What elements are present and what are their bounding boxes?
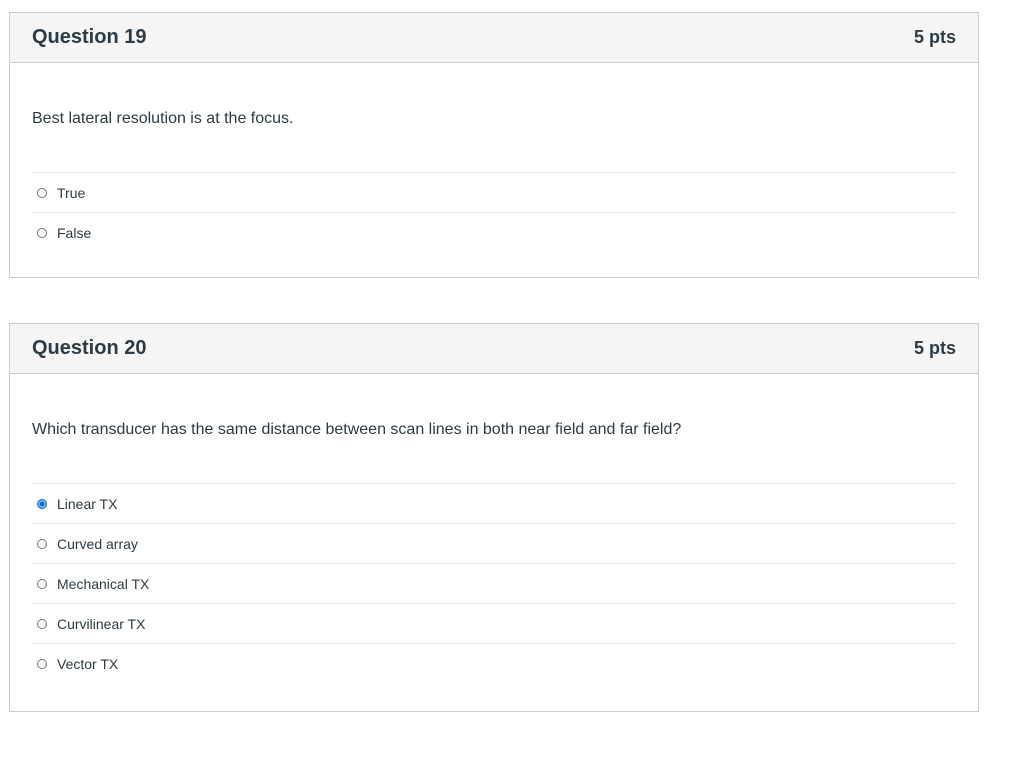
answer-label: Curvilinear TX [57,615,146,632]
question-body: Best lateral resolution is at the focus.… [10,110,978,253]
answer-option-linear-tx[interactable]: Linear TX [32,484,956,524]
radio-button[interactable] [37,578,47,589]
radio-button[interactable] [37,659,47,669]
question-body: Which transducer has the same distance b… [10,421,978,684]
answer-option-curvilinear-tx[interactable]: Curvilinear TX [32,604,956,644]
answer-label: False [57,225,92,241]
answer-label: Curved array [57,535,138,552]
question-header: Question 20 5 pts [10,324,978,374]
radio-button[interactable] [37,538,47,549]
answer-option-true[interactable]: True [32,173,956,213]
radio-button[interactable] [37,187,47,198]
question-title: Question 20 [32,337,147,359]
radio-button[interactable] [37,618,47,629]
question-header: Question 19 5 pts [10,13,978,63]
answer-option-false[interactable]: False [32,213,956,253]
answer-option-vector-tx[interactable]: Vector TX [32,644,956,684]
question-card-19: Question 19 5 pts Best lateral resolutio… [9,12,979,278]
radio-button[interactable] [37,228,47,238]
answer-list: Linear TX Curved array Mechanical TX Cur… [32,483,956,684]
question-text: Best lateral resolution is at the focus. [32,110,294,127]
answer-label: Vector TX [57,656,119,672]
answer-list: True False [32,172,956,253]
answer-label: Mechanical TX [57,575,150,592]
answer-option-mechanical-tx[interactable]: Mechanical TX [32,564,956,604]
question-text: Which transducer has the same distance b… [32,421,682,438]
question-points: 5 pts [913,338,956,358]
question-title: Question 19 [32,26,147,48]
radio-button-selected[interactable] [37,498,47,509]
question-points: 5 pts [913,27,956,47]
answer-label: Linear TX [57,495,118,512]
question-card-20: Question 20 5 pts Which transducer has t… [9,323,979,712]
answer-option-curved-array[interactable]: Curved array [32,524,956,564]
answer-label: True [57,184,86,201]
